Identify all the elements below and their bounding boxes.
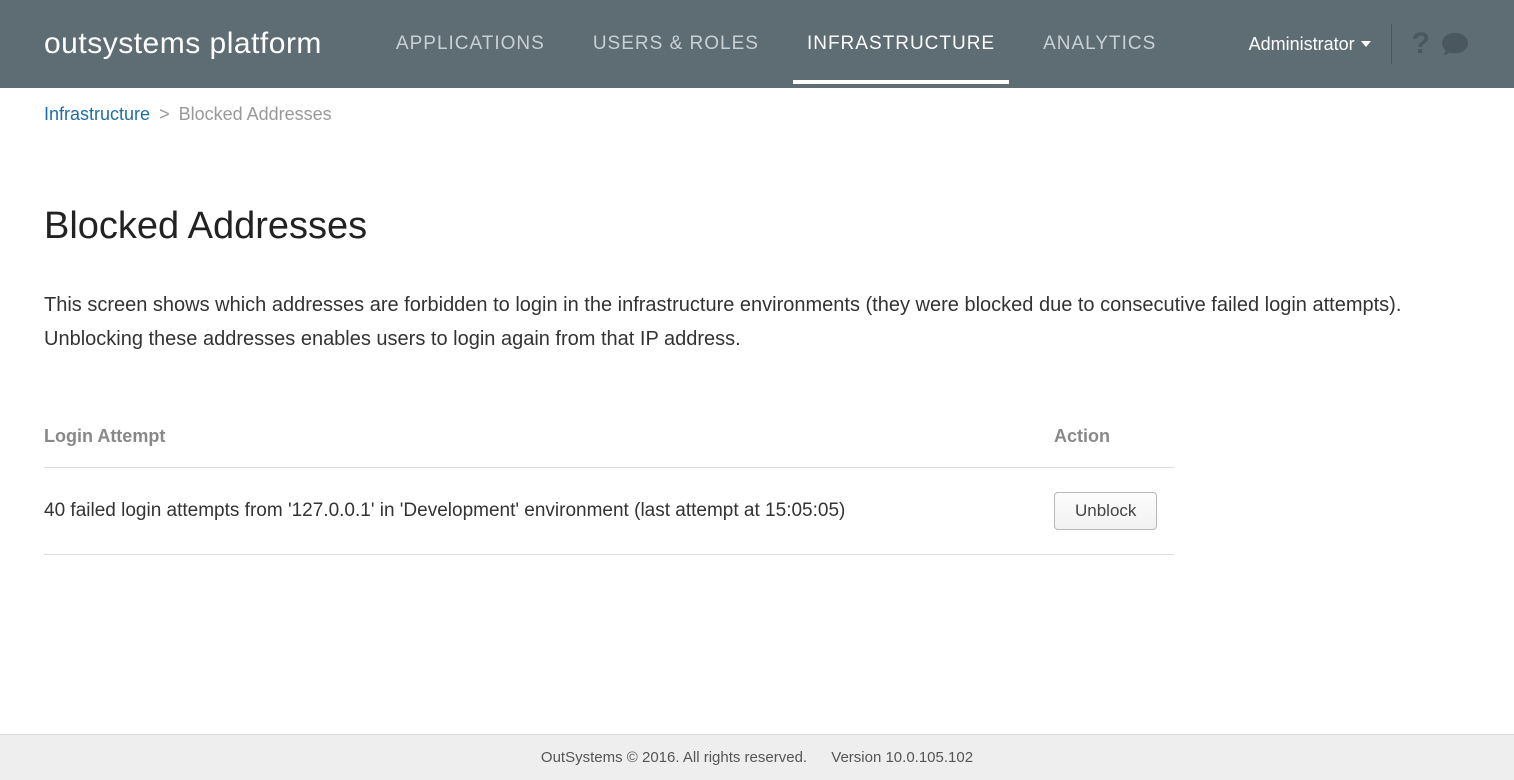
page-title: Blocked Addresses bbox=[44, 205, 1470, 248]
footer-copyright: OutSystems © 2016. All rights reserved. bbox=[541, 749, 807, 766]
blocked-addresses-table: Login Attempt Action 40 failed login att… bbox=[44, 416, 1174, 555]
topbar: outsystems platform APPLICATIONS USERS &… bbox=[0, 0, 1514, 88]
user-menu[interactable]: Administrator bbox=[1249, 34, 1371, 55]
attempt-text: 40 failed login attempts from '127.0.0.1… bbox=[44, 468, 1054, 555]
feedback-icon[interactable] bbox=[1440, 31, 1470, 57]
breadcrumb-parent[interactable]: Infrastructure bbox=[44, 104, 150, 124]
col-action: Action bbox=[1054, 416, 1174, 468]
table-row: 40 failed login attempts from '127.0.0.1… bbox=[44, 468, 1174, 555]
topbar-right: Administrator ? bbox=[1249, 24, 1470, 64]
footer-version: Version 10.0.105.102 bbox=[831, 749, 973, 766]
caret-down-icon bbox=[1361, 41, 1371, 47]
nav-users-roles[interactable]: USERS & ROLES bbox=[569, 0, 783, 88]
nav-applications[interactable]: APPLICATIONS bbox=[372, 0, 569, 88]
user-name: Administrator bbox=[1249, 34, 1355, 55]
nav-analytics[interactable]: ANALYTICS bbox=[1019, 0, 1180, 88]
breadcrumb-current: Blocked Addresses bbox=[179, 104, 332, 124]
footer: OutSystems © 2016. All rights reserved. … bbox=[0, 734, 1514, 780]
col-login-attempt: Login Attempt bbox=[44, 416, 1054, 468]
nav-infrastructure[interactable]: INFRASTRUCTURE bbox=[783, 0, 1019, 88]
divider bbox=[1391, 24, 1392, 64]
main-nav: APPLICATIONS USERS & ROLES INFRASTRUCTUR… bbox=[372, 0, 1249, 88]
help-icon[interactable]: ? bbox=[1412, 27, 1430, 61]
content: Infrastructure > Blocked Addresses Block… bbox=[0, 88, 1514, 595]
unblock-button[interactable]: Unblock bbox=[1054, 492, 1157, 530]
page-description: This screen shows which addresses are fo… bbox=[44, 288, 1454, 356]
logo: outsystems platform bbox=[44, 27, 322, 61]
breadcrumb-separator: > bbox=[159, 104, 170, 124]
breadcrumb: Infrastructure > Blocked Addresses bbox=[44, 104, 1470, 125]
